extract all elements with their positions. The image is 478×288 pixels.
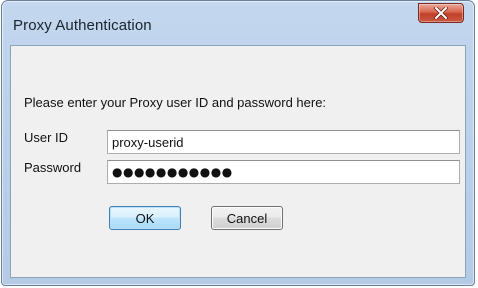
password-value: ●●●●●●●●●●● <box>112 165 233 179</box>
user-id-value: proxy-userid <box>112 135 184 150</box>
proxy-authentication-dialog: Proxy Authentication Please enter your P… <box>1 0 475 286</box>
window-title: Proxy Authentication <box>13 17 152 34</box>
password-label: Password <box>24 160 82 175</box>
ok-button-label: OK <box>135 210 155 226</box>
cancel-button[interactable]: Cancel <box>211 206 283 230</box>
close-button[interactable] <box>418 3 464 23</box>
user-id-label: User ID <box>24 130 69 145</box>
title-bar[interactable]: Proxy Authentication <box>2 1 474 45</box>
cancel-button-label: Cancel <box>226 210 268 226</box>
close-icon <box>434 7 448 19</box>
dialog-body: Please enter your Proxy user ID and pass… <box>10 45 466 278</box>
user-id-input[interactable]: proxy-userid <box>107 130 460 154</box>
ok-button[interactable]: OK <box>109 206 181 230</box>
instruction-text: Please enter your Proxy user ID and pass… <box>24 95 327 110</box>
password-input[interactable]: ●●●●●●●●●●● <box>107 160 460 184</box>
